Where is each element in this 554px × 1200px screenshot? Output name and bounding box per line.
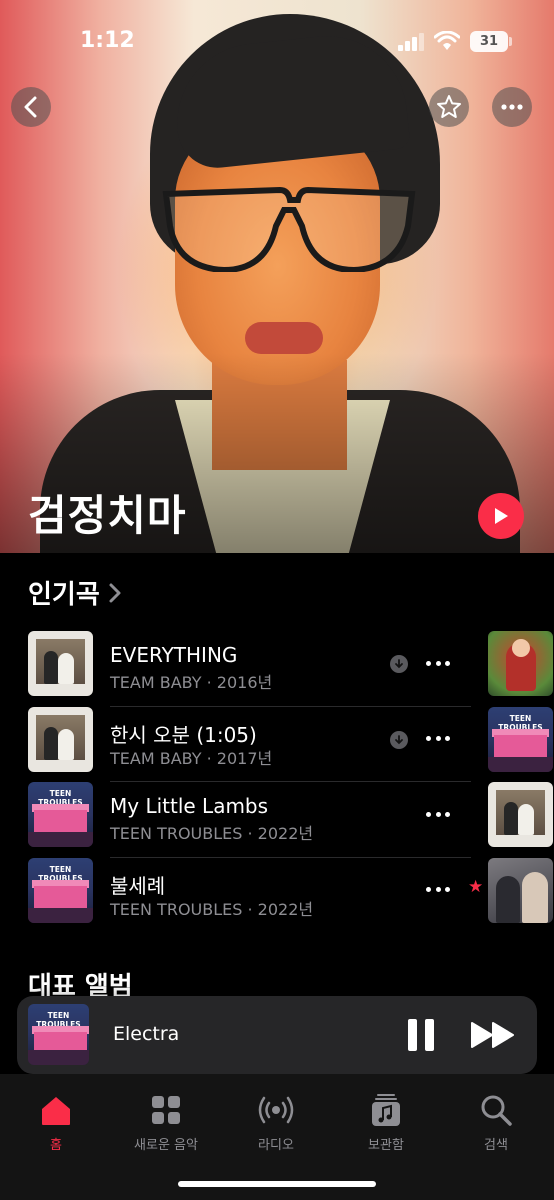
song-more-button[interactable] xyxy=(426,729,450,749)
section-title: 인기곡 xyxy=(28,580,100,610)
album-art[interactable] xyxy=(488,857,553,923)
song-subtitle: TEEN TROUBLES · 2022년 xyxy=(110,899,314,919)
more-options-button[interactable] xyxy=(492,87,532,127)
tab-label: 라디오 xyxy=(258,1138,294,1153)
artist-hero-image xyxy=(0,0,554,553)
album-art: TEEN TROUBLES xyxy=(28,857,93,923)
play-artist-button[interactable] xyxy=(478,493,524,539)
ellipsis-icon xyxy=(501,104,523,110)
tab-new-music[interactable]: 새로운 음악 xyxy=(111,1092,221,1153)
song-title: EVERYTHING xyxy=(110,643,238,667)
tab-label: 검색 xyxy=(484,1138,508,1153)
song-more-button[interactable] xyxy=(426,653,450,673)
album-art: TEEN TROUBLES xyxy=(28,782,93,847)
now-playing-art: TEEN TROUBLES xyxy=(28,1004,89,1065)
status-bar: 1:12 31 xyxy=(0,0,554,80)
next-column-artworks: TEEN TROUBLES xyxy=(488,631,554,933)
status-time: 1:12 xyxy=(80,28,135,53)
tab-library[interactable]: 보관함 xyxy=(331,1092,441,1153)
artist-name: 검정치마 xyxy=(28,491,187,540)
mini-player[interactable]: TEEN TROUBLES Electra xyxy=(17,996,537,1074)
song-subtitle: TEAM BABY · 2016년 xyxy=(110,673,273,692)
cellular-signal-icon xyxy=(398,33,424,51)
song-title: 한시 오분 (1:05) xyxy=(110,722,257,747)
skip-forward-icon[interactable] xyxy=(470,1021,516,1049)
chevron-left-icon xyxy=(24,96,37,118)
song-more-button[interactable] xyxy=(426,804,450,824)
house-icon xyxy=(42,1097,70,1125)
song-title: 불세례 xyxy=(110,873,166,898)
grid-icon xyxy=(152,1096,180,1124)
tab-label: 보관함 xyxy=(368,1138,404,1153)
search-icon xyxy=(481,1095,512,1126)
album-art xyxy=(28,706,93,772)
song-title: My Little Lambs xyxy=(110,794,269,818)
now-playing-title: Electra xyxy=(113,1023,180,1045)
star-icon xyxy=(437,95,461,118)
favorite-artist-button[interactable] xyxy=(429,87,469,127)
pause-button[interactable] xyxy=(408,1019,434,1051)
album-art[interactable]: TEEN TROUBLES xyxy=(488,706,553,772)
song-row[interactable]: 한시 오분 (1:05) TEAM BABY · 2017년 xyxy=(28,706,471,782)
song-row[interactable]: TEEN TROUBLES 불세례 TEEN TROUBLES · 2022년 … xyxy=(28,857,483,934)
tab-search[interactable]: 검색 xyxy=(441,1092,551,1153)
back-button[interactable] xyxy=(11,87,51,127)
album-art xyxy=(28,631,93,696)
popular-songs-header[interactable]: 인기곡 xyxy=(28,574,122,611)
song-row[interactable]: TEEN TROUBLES My Little Lambs TEEN TROUB… xyxy=(28,782,471,858)
battery-indicator: 31 xyxy=(470,31,508,52)
favorite-star-icon: ★ xyxy=(468,876,484,897)
music-library-icon xyxy=(372,1094,400,1126)
album-art[interactable] xyxy=(488,631,553,696)
home-indicator xyxy=(178,1181,376,1187)
song-subtitle: TEAM BABY · 2017년 xyxy=(110,748,273,768)
downloaded-icon xyxy=(390,655,408,673)
song-subtitle: TEEN TROUBLES · 2022년 xyxy=(110,824,314,843)
wifi-icon xyxy=(434,31,460,50)
tab-radio[interactable]: 라디오 xyxy=(221,1092,331,1153)
tab-home[interactable]: 홈 xyxy=(1,1092,111,1153)
play-icon xyxy=(495,508,508,524)
song-row[interactable]: EVERYTHING TEAM BABY · 2016년 xyxy=(28,631,471,707)
chevron-right-icon xyxy=(109,583,121,602)
tab-label: 홈 xyxy=(50,1138,62,1153)
radio-waves-icon xyxy=(258,1096,294,1124)
song-more-button[interactable] xyxy=(426,880,450,900)
popular-songs-list: EVERYTHING TEAM BABY · 2016년 한시 오분 (1:05… xyxy=(28,631,483,934)
tab-label: 새로운 음악 xyxy=(134,1138,198,1153)
downloaded-icon xyxy=(390,730,408,749)
album-art[interactable] xyxy=(488,782,553,847)
